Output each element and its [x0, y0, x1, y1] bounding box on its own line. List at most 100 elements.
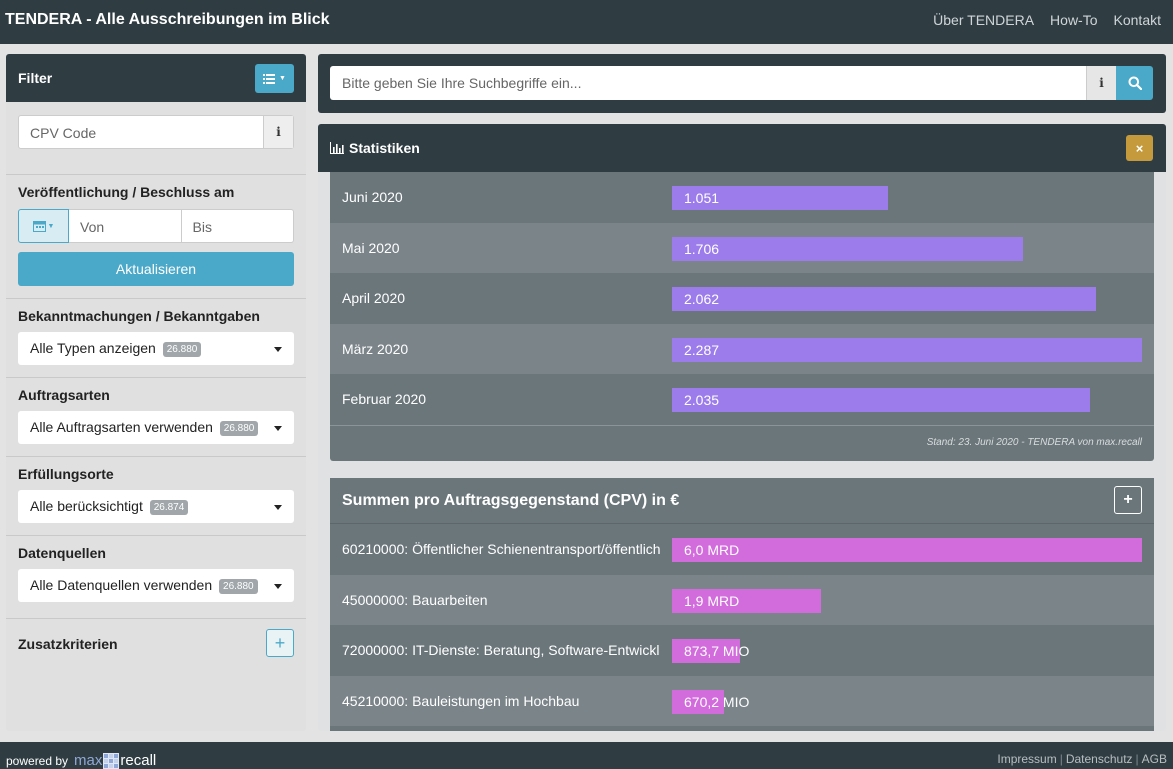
month-row-bar [672, 337, 1142, 362]
date-section-label: Veröffentlichung / Beschluss am [18, 184, 235, 200]
nav-link-howto[interactable]: How-To [1050, 12, 1097, 28]
filter-locations: Erfüllungsorte Alle berücksichtigt 26.87… [6, 457, 306, 536]
count-badge: 26.880 [219, 579, 258, 594]
date-to-placeholder: Bis [192, 219, 212, 235]
select-value: Alle Typen anzeigen [30, 340, 156, 356]
announcement-type-select[interactable]: Alle Typen anzeigen 26.880 [18, 332, 294, 365]
cpv-row: 45210000: Bauleistungen im Hochbau 670,2 … [330, 675, 1154, 726]
filter-announcements: Bekanntmachungen / Bekanntgaben Alle Typ… [6, 299, 306, 378]
cpv-row-label[interactable]: 72000000: IT-Dienste: Beratung, Software… [342, 642, 660, 658]
calendar-icon [32, 221, 46, 232]
month-row-value: 2.062 [684, 291, 720, 307]
logo-grid-icon [103, 752, 120, 769]
filter-contract-types: Auftragsarten Alle Auftragsarten verwend… [6, 378, 306, 457]
cpv-code-input[interactable]: CPV Code i [18, 115, 294, 149]
contract-type-select[interactable]: Alle Auftragsarten verwenden 26.880 [18, 411, 294, 444]
month-row-value: 2.287 [684, 341, 720, 358]
filter-menu-button[interactable]: ▼ [255, 64, 294, 93]
powered-by-label: powered by [6, 753, 69, 768]
footer: powered by max recall Impressum | Datensch… [0, 742, 1173, 769]
cpv-row-label[interactable]: 45000000: Bauarbeiten [342, 592, 660, 608]
logo-left: max [74, 752, 103, 769]
extra-criteria-section: Zusatzkriterien + [6, 619, 306, 669]
cpv-row: 45000000: Bauarbeiten 1,9 MRD [330, 574, 1154, 625]
select-value: Alle berücksichtigt [30, 498, 143, 514]
date-to-input[interactable]: Bis [181, 209, 294, 243]
cpv-row-label[interactable]: 60210000: Öffentlicher Schienentransport… [342, 541, 660, 557]
statistics-body: Juni 2020 1.051 Mai 2020 1.706 April 2020 2.0… [330, 172, 1154, 731]
nav-link-contact[interactable]: Kontakt [1114, 12, 1161, 28]
month-row-label[interactable]: März 2020 [342, 341, 660, 357]
count-badge: 26.880 [162, 342, 202, 357]
date-section: Veröffentlichung / Beschluss am ▼ Von Bi… [6, 175, 306, 299]
statistics-panel: Statistiken × Juni 2020 1.051 Mai 2020 1.70… [318, 124, 1166, 731]
select-value: Alle Datenquellen verwenden [30, 577, 213, 593]
month-row: April 2020 2.062 [330, 273, 1154, 324]
filter-title: Filter [18, 70, 53, 86]
top-navbar: TENDERA - Alle Ausschreibungen im Blick … [0, 0, 1173, 44]
month-row-label[interactable]: Mai 2020 [342, 240, 660, 256]
caret-down-icon [274, 505, 282, 510]
month-row-label[interactable]: Juni 2020 [342, 189, 660, 205]
filter-label: Erfüllungsorte [18, 466, 114, 482]
close-statistics-button[interactable]: × [1126, 135, 1153, 161]
chevron-down-icon: ▼ [47, 222, 55, 230]
month-row: Februar 2020 2.035 [330, 374, 1154, 425]
cpv-card: Summen pro Auftragsgegenstand (CPV) in €… [330, 478, 1154, 731]
monthly-rows: Juni 2020 1.051 Mai 2020 1.706 April 2020 2.0… [330, 172, 1154, 425]
cpv-card-header: Summen pro Auftragsgegenstand (CPV) in €… [330, 478, 1154, 524]
date-from-placeholder: Von [80, 219, 105, 235]
search-button[interactable] [1116, 66, 1153, 100]
list-icon [263, 73, 276, 84]
cpv-placeholder: CPV Code [30, 125, 97, 141]
cpv-row-value: 6,0 MRD [684, 542, 740, 558]
chevron-down-icon: ▼ [279, 75, 286, 82]
statistics-header: Statistiken × [318, 124, 1166, 172]
footer-link-impressum[interactable]: Impressum [997, 752, 1056, 766]
datasource-select[interactable]: Alle Datenquellen verwenden 26.880 [18, 569, 294, 602]
stand-footer: Stand: 23. Juni 2020 - TENDERA von max.r… [330, 424, 1154, 458]
cpv-row-label[interactable]: 45210000: Bauleistungen im Hochbau [342, 693, 660, 709]
info-icon[interactable]: i [263, 116, 293, 148]
footer-link-terms[interactable]: AGB [1142, 752, 1167, 766]
footer-links: Impressum | Datenschutz | AGB [997, 752, 1167, 766]
logo-right: recall [120, 752, 157, 769]
count-badge: 26.880 [219, 421, 259, 436]
date-from-input[interactable]: Von [69, 209, 182, 243]
caret-down-icon [274, 347, 282, 352]
maxrecall-logo[interactable]: max recall [74, 752, 156, 769]
calendar-button[interactable]: ▼ [18, 209, 69, 243]
month-row-label[interactable]: April 2020 [342, 290, 660, 306]
update-button[interactable]: Aktualisieren [18, 252, 294, 286]
brand-title[interactable]: TENDERA - Alle Ausschreibungen im Blick [5, 11, 330, 29]
add-criteria-button[interactable]: + [266, 629, 294, 657]
stand-text: Stand: 23. Juni 2020 - TENDERA von max.r… [926, 436, 1142, 448]
cpv-row-value: 1,9 MRD [684, 592, 740, 609]
cpv-row: 72000000: IT-Dienste: Beratung, Software… [330, 625, 1154, 676]
count-badge: 26.874 [149, 500, 189, 515]
nav-link-about[interactable]: Über TENDERA [933, 12, 1034, 28]
info-icon[interactable]: i [1086, 66, 1116, 100]
month-row-label[interactable]: Februar 2020 [342, 391, 660, 407]
caret-down-icon [274, 426, 282, 431]
cpv-row-value: 670,2 MIO [684, 693, 750, 710]
month-row-value: 2.035 [684, 392, 720, 408]
search-input[interactable]: Bitte geben Sie Ihre Suchbegriffe ein... [330, 66, 1086, 100]
month-row-value: 1.706 [684, 240, 720, 257]
caret-down-icon [274, 584, 282, 589]
month-row: Mai 2020 1.706 [330, 222, 1154, 273]
cpv-rows: 60210000: Öffentlicher Schienentransport… [330, 524, 1154, 726]
cpv-card-title: Summen pro Auftragsgegenstand (CPV) in € [342, 492, 680, 509]
search-placeholder: Bitte geben Sie Ihre Suchbegriffe ein... [342, 75, 582, 91]
cpv-row: 60210000: Öffentlicher Schienentransport… [330, 524, 1154, 575]
cpv-row-value: 873,7 MIO [684, 643, 750, 659]
filter-header: Filter ▼ [6, 54, 306, 102]
select-value: Alle Auftragsarten verwenden [30, 419, 213, 435]
expand-cpv-button[interactable]: + [1114, 486, 1142, 514]
search-icon [1128, 76, 1142, 90]
footer-link-privacy[interactable]: Datenschutz [1066, 752, 1133, 766]
filter-label: Auftragsarten [18, 387, 110, 403]
month-row-bar [672, 287, 1096, 311]
filter-label: Bekanntmachungen / Bekanntgaben [18, 308, 260, 324]
location-select[interactable]: Alle berücksichtigt 26.874 [18, 490, 294, 523]
